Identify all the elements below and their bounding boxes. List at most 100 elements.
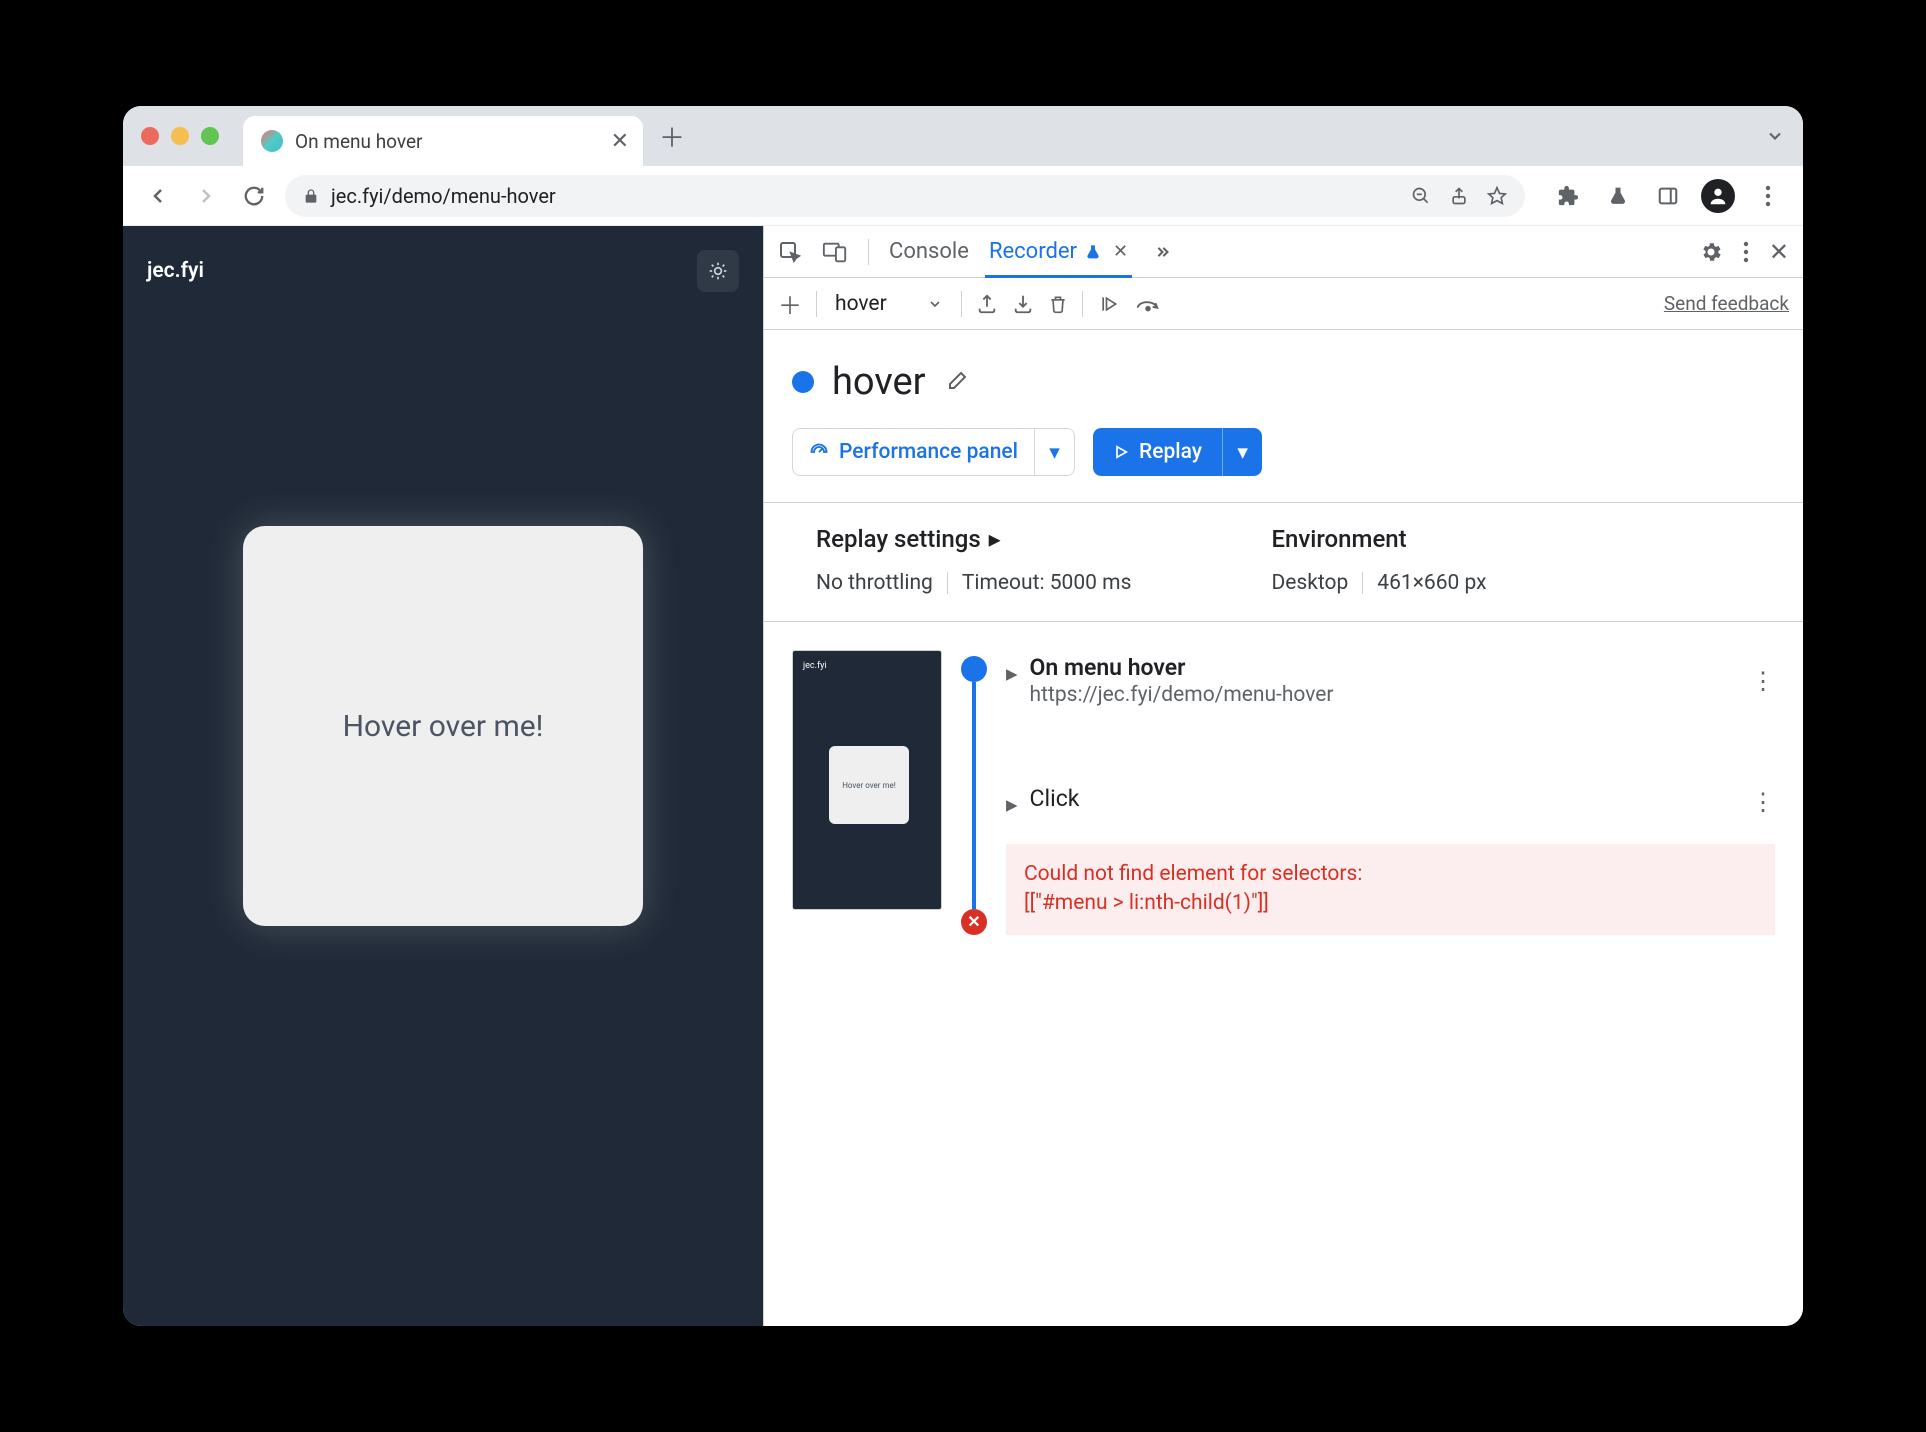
recording-status-dot: [792, 371, 814, 393]
url-text: jec.fyi/demo/menu-hover: [331, 184, 556, 208]
step-click[interactable]: ▸ Click ⋮: [1006, 781, 1775, 822]
chevron-down-icon: [927, 296, 943, 312]
window-minimize-button[interactable]: [171, 127, 189, 145]
delete-icon[interactable]: [1048, 293, 1068, 315]
new-recording-button[interactable]: ＋: [778, 286, 802, 321]
theme-toggle-button[interactable]: [697, 250, 739, 292]
step-forward-icon[interactable]: [1097, 294, 1121, 314]
new-tab-button[interactable]: ＋: [659, 118, 685, 155]
tab-close-icon[interactable]: ✕: [611, 129, 629, 154]
device-toggle-icon[interactable]: [822, 240, 848, 264]
recording-selector[interactable]: hover: [831, 292, 947, 316]
reload-button[interactable]: [237, 179, 271, 213]
inspect-element-icon[interactable]: [778, 240, 802, 264]
tab-console[interactable]: Console: [889, 226, 969, 277]
replay-button[interactable]: Replay ▾: [1093, 428, 1262, 476]
step-start[interactable]: ▸ On menu hover https://jec.fyi/demo/men…: [1006, 650, 1775, 711]
page-preview: jec.fyi Hover over me!: [123, 226, 763, 1326]
devtools-menu-icon[interactable]: [1743, 241, 1749, 263]
tab-title: On menu hover: [295, 130, 422, 153]
hover-card[interactable]: Hover over me!: [243, 526, 643, 926]
settings-section: Replay settings ▸ No throttling Timeout:…: [792, 503, 1775, 621]
export-icon[interactable]: [976, 293, 998, 315]
recorder-body: hover Performance panel ▾ Re: [764, 330, 1803, 1326]
profile-avatar[interactable]: [1701, 179, 1735, 213]
send-feedback-link[interactable]: Send feedback: [1664, 292, 1789, 315]
replay-button-label: Replay: [1139, 440, 1202, 464]
replay-settings-label: Replay settings: [816, 525, 981, 553]
extensions-icon[interactable]: [1551, 179, 1585, 213]
forward-button[interactable]: [189, 179, 223, 213]
recorder-buttons: Performance panel ▾ Replay ▾: [792, 428, 1775, 476]
titlebar: On menu hover ✕ ＋: [123, 106, 1803, 166]
replay-dropdown[interactable]: ▾: [1222, 428, 1262, 476]
omnibox-actions: [1411, 186, 1507, 206]
divider: [1082, 291, 1083, 317]
throttling-value: No throttling: [816, 571, 933, 595]
devtools-close-icon[interactable]: ✕: [1769, 238, 1789, 266]
recording-name-label: hover: [835, 292, 887, 316]
step-start-url: https://jec.fyi/demo/menu-hover: [1030, 683, 1739, 707]
browser-window: On menu hover ✕ ＋ jec.fyi/demo/menu-hove…: [123, 106, 1803, 1326]
step-menu-icon[interactable]: ⋮: [1751, 667, 1775, 695]
preview-header: jec.fyi: [147, 250, 739, 292]
import-icon[interactable]: [1012, 293, 1034, 315]
performance-panel-dropdown[interactable]: ▾: [1035, 428, 1075, 476]
browser-toolbar: jec.fyi/demo/menu-hover: [123, 166, 1803, 226]
zoom-out-icon[interactable]: [1411, 186, 1431, 206]
window-close-button[interactable]: [141, 127, 159, 145]
labs-icon[interactable]: [1601, 179, 1635, 213]
recording-title-row: hover: [792, 360, 1775, 404]
close-tab-icon[interactable]: ✕: [1113, 241, 1128, 262]
divider: [868, 239, 869, 265]
address-bar[interactable]: jec.fyi/demo/menu-hover: [285, 175, 1525, 217]
side-panel-icon[interactable]: [1651, 179, 1685, 213]
back-button[interactable]: [141, 179, 175, 213]
tab-console-label: Console: [889, 239, 969, 264]
edit-title-icon[interactable]: [944, 370, 968, 394]
step-click-title: Click: [1030, 785, 1739, 812]
thumb-site-name: jec.fyi: [803, 661, 827, 671]
settings-gear-icon[interactable]: [1699, 240, 1723, 264]
timeout-value: Timeout: 5000 ms: [962, 571, 1132, 595]
caret-right-icon: ▸: [989, 525, 1001, 553]
recording-title: hover: [832, 360, 926, 404]
chrome-menu-icon[interactable]: [1751, 179, 1785, 213]
tab-recorder[interactable]: Recorder ✕: [989, 226, 1128, 277]
viewport-value: 461×660 px: [1377, 571, 1486, 595]
error-line-1: Could not find element for selectors:: [1024, 860, 1757, 889]
window-zoom-button[interactable]: [201, 127, 219, 145]
device-value: Desktop: [1271, 571, 1348, 595]
caret-right-icon: ▸: [1006, 791, 1018, 818]
content-area: jec.fyi Hover over me! Console Recorde: [123, 226, 1803, 1326]
devtools-tabbar: Console Recorder ✕ ✕: [764, 226, 1803, 278]
site-name: jec.fyi: [147, 259, 204, 283]
error-line-2: [["#menu > li:nth-child(1)"]]: [1024, 889, 1757, 918]
flask-icon: [1085, 243, 1101, 261]
gauge-icon: [809, 442, 829, 462]
timeline-start-dot: [961, 656, 987, 682]
replay-settings[interactable]: Replay settings ▸ No throttling Timeout:…: [816, 525, 1131, 595]
divider: [947, 572, 948, 594]
divider: [961, 291, 962, 317]
step-over-icon[interactable]: [1135, 294, 1161, 314]
performance-panel-button[interactable]: Performance panel ▾: [792, 428, 1075, 476]
timeline: ✕: [960, 650, 988, 935]
thumb-hover-card: Hover over me!: [829, 746, 909, 824]
caret-right-icon: ▸: [1006, 660, 1018, 687]
play-icon: [1113, 444, 1129, 460]
error-message: Could not find element for selectors: [[…: [1006, 844, 1775, 935]
bookmark-star-icon[interactable]: [1487, 186, 1507, 206]
tab-favicon: [261, 130, 283, 152]
share-icon[interactable]: [1449, 186, 1469, 206]
browser-tab[interactable]: On menu hover ✕: [243, 116, 643, 166]
more-tabs-icon[interactable]: [1148, 242, 1172, 262]
timeline-line: [972, 682, 976, 909]
recorder-toolbar: ＋ hover Send feedback: [764, 278, 1803, 330]
screenshot-thumbnail[interactable]: jec.fyi Hover over me!: [792, 650, 942, 910]
lock-icon: [303, 188, 319, 204]
toolbar-right: [1551, 179, 1785, 213]
step-menu-icon[interactable]: ⋮: [1751, 788, 1775, 816]
traffic-lights: [141, 127, 219, 145]
tabs-dropdown-icon[interactable]: [1765, 126, 1785, 146]
